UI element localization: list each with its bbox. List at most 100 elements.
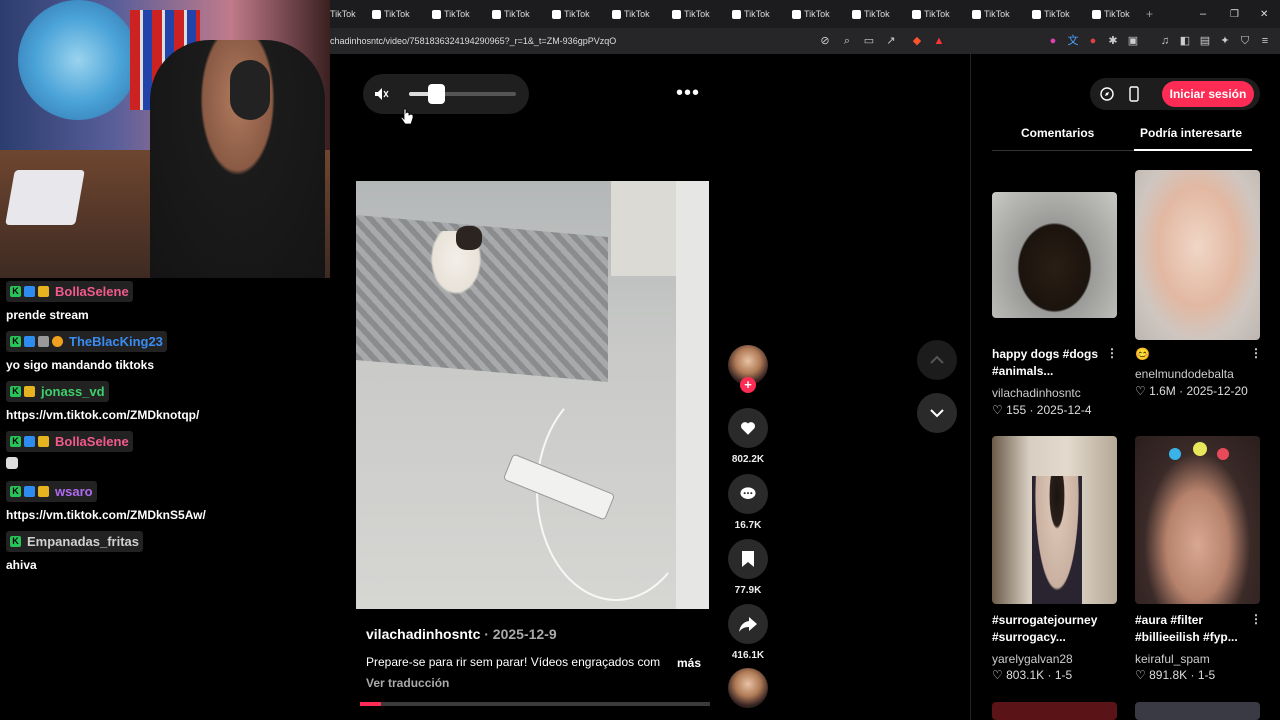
browser-tab[interactable]: TikTok bbox=[912, 6, 950, 22]
speaker-icon[interactable] bbox=[373, 86, 389, 102]
card-username[interactable]: yarelygalvan28 bbox=[992, 652, 1073, 666]
wallet-icon[interactable]: ▤ bbox=[1198, 34, 1212, 48]
tab-comments[interactable]: Comentarios bbox=[1021, 126, 1094, 140]
extension-icon[interactable]: ● bbox=[1086, 34, 1100, 48]
browser-tab[interactable]: TikTok bbox=[372, 6, 410, 22]
extensions-puzzle-icon[interactable]: ✱ bbox=[1106, 34, 1120, 48]
video-cabinet bbox=[611, 181, 681, 276]
phone-icon[interactable] bbox=[1126, 86, 1142, 102]
webcam-keyboard bbox=[5, 170, 85, 225]
extension-icon[interactable]: ● bbox=[1046, 34, 1060, 48]
translate-icon[interactable]: 文 bbox=[1066, 34, 1080, 48]
active-tab-indicator bbox=[1134, 149, 1252, 151]
chat-message: K TheBlacKing23 yo sigo mandando tiktoks bbox=[0, 328, 330, 374]
browser-tab[interactable]: TikTok bbox=[492, 6, 530, 22]
browser-tab-active[interactable]: TikTok bbox=[1092, 6, 1130, 22]
zoom-icon[interactable]: ⌕ bbox=[840, 34, 854, 48]
badge-icon: K bbox=[10, 486, 21, 497]
tiktok-icon bbox=[492, 9, 501, 19]
badge-icon: K bbox=[10, 436, 21, 447]
window-close-button[interactable]: ✕ bbox=[1260, 6, 1268, 22]
tab-label: TikTok bbox=[1044, 9, 1070, 19]
translate-link[interactable]: Ver traducción bbox=[366, 676, 449, 690]
rewards-icon[interactable]: ▲ bbox=[932, 34, 946, 48]
browser-tab[interactable]: TikTok bbox=[732, 6, 770, 22]
video-progress-bar[interactable] bbox=[360, 702, 710, 706]
chat-username[interactable]: Empanadas_fritas bbox=[27, 534, 139, 549]
volume-slider-handle[interactable] bbox=[427, 84, 445, 104]
follow-button[interactable]: + bbox=[740, 377, 756, 393]
share-icon[interactable]: ↗ bbox=[884, 34, 898, 48]
browser-tab[interactable]: TikTok bbox=[672, 6, 710, 22]
video-thumbnail[interactable] bbox=[1135, 436, 1260, 604]
compass-icon[interactable] bbox=[1099, 86, 1115, 102]
chat-username[interactable]: wsaro bbox=[55, 484, 93, 499]
window-minimize-button[interactable]: – bbox=[1200, 6, 1206, 22]
like-button[interactable] bbox=[728, 408, 768, 448]
chat-username[interactable]: TheBlacKing23 bbox=[69, 334, 163, 349]
browser-tab[interactable]: TikTok bbox=[612, 6, 650, 22]
video-author[interactable]: vilachadinhosntc bbox=[366, 626, 480, 642]
browser-tab[interactable]: TikTok bbox=[432, 6, 470, 22]
kebab-menu-icon[interactable]: ⋮ bbox=[1250, 612, 1262, 626]
ai-icon[interactable]: ✦ bbox=[1218, 34, 1232, 48]
card-title[interactable]: #aura #filter #billieeilish #fyp... bbox=[1135, 612, 1255, 646]
browser-tab[interactable]: TikTok bbox=[330, 6, 356, 22]
card-stats: ♡ 1.6M · 2025-12-20 bbox=[1135, 384, 1248, 398]
window-maximize-button[interactable]: ❐ bbox=[1230, 6, 1239, 22]
login-button[interactable]: Iniciar sesión bbox=[1162, 81, 1254, 107]
music-disc-avatar[interactable] bbox=[728, 668, 768, 708]
screen-icon[interactable]: ▭ bbox=[862, 34, 876, 48]
card-title[interactable]: #surrogatejourney #surrogacy... bbox=[992, 612, 1112, 646]
comment-button[interactable] bbox=[728, 474, 768, 514]
chat-text: yo sigo mandando tiktoks bbox=[6, 358, 155, 372]
previous-video-button[interactable] bbox=[917, 340, 957, 380]
video-player[interactable] bbox=[356, 181, 709, 609]
chat-emote bbox=[6, 456, 324, 474]
webcam-overlay bbox=[0, 0, 330, 278]
sidebar-icon[interactable]: ◧ bbox=[1178, 34, 1192, 48]
video-thumbnail[interactable] bbox=[992, 192, 1117, 318]
browser-tab[interactable]: TikTok bbox=[852, 6, 890, 22]
video-dog-head bbox=[456, 226, 482, 250]
new-tab-button[interactable]: + bbox=[1146, 6, 1153, 22]
chat-username[interactable]: jonass_vd bbox=[41, 384, 105, 399]
kebab-menu-icon[interactable]: ⋮ bbox=[1250, 346, 1262, 360]
browser-tab[interactable]: TikTok bbox=[972, 6, 1010, 22]
tab-recommended[interactable]: Podría interesarte bbox=[1140, 126, 1242, 140]
kebab-menu-icon[interactable]: ⋮ bbox=[1106, 346, 1118, 360]
brave-shield-icon[interactable]: ◆ bbox=[910, 34, 924, 48]
card-username[interactable]: enelmundodebalta bbox=[1135, 367, 1234, 381]
vpn-icon[interactable]: ⛉ bbox=[1238, 34, 1252, 48]
video-thumbnail[interactable] bbox=[992, 436, 1117, 604]
heart-icon bbox=[741, 422, 755, 435]
more-options-icon[interactable]: ••• bbox=[676, 83, 700, 103]
tiktok-icon bbox=[432, 9, 441, 19]
next-video-button[interactable] bbox=[917, 393, 957, 433]
browser-tab[interactable]: TikTok bbox=[1032, 6, 1070, 22]
url-text[interactable]: chadinhosntc/video/7581836324194290965?_… bbox=[330, 36, 616, 46]
share-button[interactable] bbox=[728, 604, 768, 644]
card-date: 2025-12-20 bbox=[1186, 384, 1248, 398]
video-thumbnail[interactable] bbox=[1135, 702, 1260, 720]
reader-mode-icon[interactable]: ⊘ bbox=[818, 34, 832, 48]
comment-count: 16.7K bbox=[734, 520, 762, 531]
card-title[interactable]: 😊 bbox=[1135, 346, 1255, 363]
video-thumbnail[interactable] bbox=[992, 702, 1117, 720]
video-thumbnail[interactable] bbox=[1135, 170, 1260, 340]
card-title[interactable]: happy dogs #dogs #animals... bbox=[992, 346, 1112, 380]
card-username[interactable]: vilachadinhosntc bbox=[992, 386, 1081, 400]
chat-text[interactable]: https://vm.tiktok.com/ZMDknotqp/ bbox=[6, 406, 324, 424]
browser-tab[interactable]: TikTok bbox=[792, 6, 830, 22]
card-username[interactable]: keiraful_spam bbox=[1135, 652, 1210, 666]
chat-text[interactable]: https://vm.tiktok.com/ZMDknS5Aw/ bbox=[6, 506, 324, 524]
capture-icon[interactable]: ▣ bbox=[1126, 34, 1140, 48]
caption-more-link[interactable]: más bbox=[677, 656, 701, 670]
save-button[interactable] bbox=[728, 539, 768, 579]
chat-username[interactable]: BollaSelene bbox=[55, 284, 129, 299]
chat-username[interactable]: BollaSelene bbox=[55, 434, 129, 449]
browser-tab[interactable]: TikTok bbox=[552, 6, 590, 22]
tab-label: TikTok bbox=[444, 9, 470, 19]
music-icon[interactable]: ♫ bbox=[1158, 34, 1172, 48]
menu-icon[interactable]: ≡ bbox=[1258, 34, 1272, 48]
